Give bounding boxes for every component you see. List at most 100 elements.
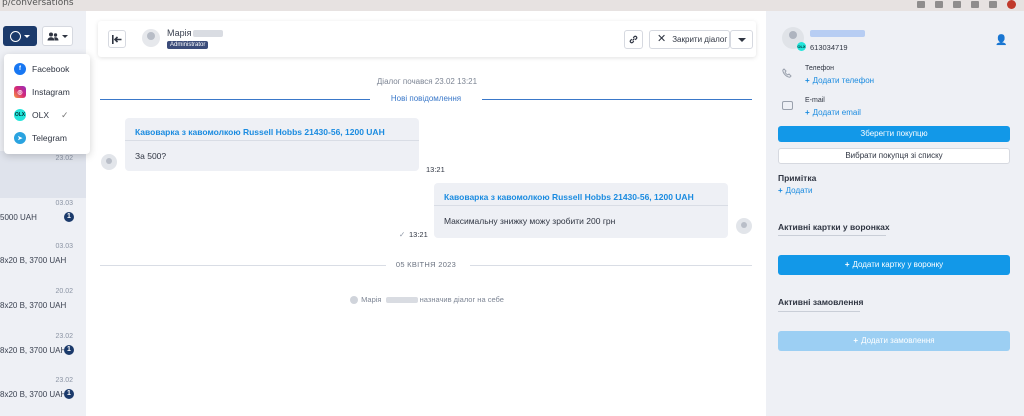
extensions-icon[interactable] bbox=[917, 1, 925, 8]
list-item-date: 23.02 bbox=[55, 155, 73, 162]
dropdown-item-instagram[interactable]: ◎ Instagram bbox=[14, 85, 70, 99]
list-item[interactable]: 23.02 8x20 B, 3700 UAH 1 bbox=[0, 377, 86, 416]
list-item-date: 20.02 bbox=[55, 288, 73, 295]
sidebar-icon[interactable] bbox=[971, 1, 979, 8]
orders-title: Активні замовлення bbox=[778, 297, 864, 307]
bubble-separator bbox=[125, 140, 419, 141]
email-icon bbox=[782, 101, 793, 110]
profile-avatar[interactable] bbox=[1007, 0, 1016, 9]
new-messages-label: Нові повідомлення bbox=[100, 94, 752, 103]
dropdown-item-facebook[interactable]: f Facebook bbox=[14, 62, 69, 76]
channel-dropdown: f Facebook ◎ Instagram OLX OLX ✓ ➤ Teleg… bbox=[4, 54, 90, 154]
instagram-icon: ◎ bbox=[14, 86, 26, 98]
new-messages-divider: Нові повідомлення bbox=[100, 94, 752, 104]
message-text: За 500? bbox=[135, 151, 167, 161]
bubble-separator bbox=[434, 205, 728, 206]
plus-icon: + bbox=[844, 260, 850, 269]
dropdown-item-olx[interactable]: OLX OLX ✓ bbox=[14, 108, 69, 122]
olx-icon: OLX bbox=[797, 42, 806, 51]
note-title: Примітка bbox=[778, 173, 817, 183]
email-label: E-mail bbox=[805, 97, 825, 104]
checkmark-icon: ✓ bbox=[61, 109, 69, 120]
add-phone-label: Додати телефон bbox=[812, 76, 875, 85]
assign-name: Марія bbox=[361, 295, 382, 304]
unassign-user-icon[interactable]: 👤 bbox=[995, 35, 1007, 46]
exit-arrow-icon bbox=[112, 34, 122, 44]
agent-name-text: Марія bbox=[167, 28, 192, 38]
telegram-icon: ➤ bbox=[14, 132, 26, 144]
list-item-text: 8x20 B, 3700 UAH bbox=[0, 346, 67, 355]
role-badge: Administrator bbox=[167, 41, 209, 49]
plus-icon: + bbox=[805, 76, 810, 85]
section-underline bbox=[778, 311, 860, 312]
customer-avatar bbox=[101, 154, 117, 170]
back-button[interactable] bbox=[108, 30, 126, 48]
plus-icon: + bbox=[778, 186, 783, 195]
users-filter-button[interactable] bbox=[42, 26, 73, 46]
browser-icons bbox=[917, 0, 1016, 9]
agent-message-avatar bbox=[736, 218, 752, 234]
list-item[interactable]: 23.02 8x20 B, 3700 UAH 1 bbox=[0, 333, 86, 378]
incoming-message: Кавоварка з кавомолкою Russell Hobbs 214… bbox=[125, 118, 419, 171]
product-link[interactable]: Кавоварка з кавомолкою Russell Hobbs 214… bbox=[135, 127, 385, 137]
list-item-text: 8x20 B, 3700 UAH bbox=[0, 390, 67, 399]
unread-badge: 1 bbox=[64, 212, 74, 222]
dropdown-item-label: Facebook bbox=[32, 64, 70, 74]
add-note-link[interactable]: + Додати bbox=[778, 186, 813, 195]
add-email-link[interactable]: + Додати email bbox=[805, 108, 861, 117]
channel-filter-button[interactable] bbox=[3, 26, 37, 46]
list-item-date: 03.03 bbox=[55, 200, 73, 207]
list-item[interactable]: 20.02 8x20 B, 3700 UAH bbox=[0, 288, 86, 333]
more-actions-button[interactable] bbox=[730, 30, 753, 49]
chat-header: Марія Administrator ✕ Закрити діалог bbox=[98, 21, 756, 57]
list-item-selected[interactable]: 23.02 bbox=[0, 151, 86, 198]
list-item-text: 8x20 B, 3700 UAH bbox=[0, 301, 67, 310]
funnels-title: Активні картки у воронках bbox=[778, 222, 890, 232]
dropdown-item-label: Telegram bbox=[32, 133, 67, 143]
add-card-label: Додати картку у воронку bbox=[852, 260, 944, 269]
chat-panel: Марія Administrator ✕ Закрити діалог Діа… bbox=[92, 11, 762, 416]
assign-text: назначив діалог на себе bbox=[419, 295, 504, 304]
add-note-label: Додати bbox=[785, 186, 813, 195]
list-item-text: 8x20 B, 3700 UAH bbox=[0, 256, 67, 265]
add-phone-link[interactable]: + Додати телефон bbox=[805, 76, 874, 85]
close-dialog-button[interactable]: ✕ Закрити діалог bbox=[649, 30, 730, 49]
close-dialog-label: Закрити діалог bbox=[672, 35, 728, 44]
share-icon[interactable] bbox=[935, 1, 943, 8]
unread-badge: 1 bbox=[64, 345, 74, 355]
list-item[interactable]: 03.03 5000 UAH 1 bbox=[0, 200, 86, 245]
dropdown-item-label: Instagram bbox=[32, 87, 70, 97]
customer-id: 613034719 bbox=[810, 43, 848, 52]
message-time: 13:21 bbox=[409, 230, 428, 239]
list-item-date: 03.03 bbox=[55, 243, 73, 250]
add-order-button[interactable]: + Додати замовлення bbox=[778, 331, 1010, 351]
bookmark-icon[interactable] bbox=[953, 1, 961, 8]
copy-link-button[interactable] bbox=[624, 30, 643, 49]
link-icon bbox=[629, 35, 638, 44]
save-customer-button[interactable]: Зберегти покупцю bbox=[778, 126, 1010, 142]
choose-customer-button[interactable]: Вибрати покупця зі списку bbox=[778, 148, 1010, 164]
window-icon[interactable] bbox=[989, 1, 997, 8]
olx-icon: OLX bbox=[14, 109, 26, 121]
dropdown-item-label: OLX bbox=[32, 110, 50, 120]
section-underline bbox=[778, 235, 886, 236]
chat-icon bbox=[10, 30, 21, 42]
agent-name: Марія bbox=[167, 28, 224, 38]
product-link[interactable]: Кавоварка з кавомолкою Russell Hobbs 214… bbox=[444, 192, 694, 202]
list-item-date: 23.02 bbox=[55, 333, 73, 340]
read-check-icon: ✓ bbox=[399, 230, 406, 239]
facebook-icon: f bbox=[14, 63, 26, 75]
customer-name-redacted bbox=[810, 30, 865, 37]
list-item-text: 5000 UAH bbox=[0, 213, 37, 222]
add-card-button[interactable]: + Додати картку у воронку bbox=[778, 255, 1010, 275]
url-text: p/conversations bbox=[2, 0, 74, 8]
add-order-label: Додати замовлення bbox=[861, 336, 935, 345]
phone-label: Телефон bbox=[805, 65, 835, 72]
redacted-surname bbox=[193, 30, 224, 38]
dropdown-item-telegram[interactable]: ➤ Telegram bbox=[14, 131, 67, 145]
chevron-down-icon bbox=[24, 34, 30, 38]
list-item[interactable]: 03.03 8x20 B, 3700 UAH bbox=[0, 243, 86, 288]
add-email-label: Додати email bbox=[812, 108, 861, 117]
users-icon bbox=[47, 32, 59, 40]
message-time: 13:21 bbox=[426, 165, 445, 174]
